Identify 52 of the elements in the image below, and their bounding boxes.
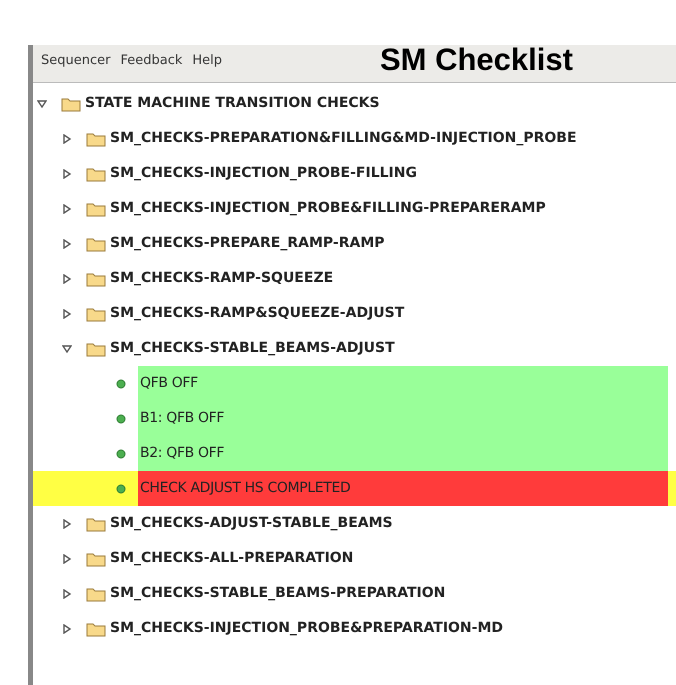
folder-icon [86, 586, 106, 602]
expand-arrow-icon[interactable] [62, 518, 72, 528]
expand-arrow-icon[interactable] [62, 238, 72, 248]
check-item: B1: QFB OFF [138, 401, 668, 436]
folder-label[interactable]: SM_CHECKS-INJECTION_PROBE&PREPARATION-MD [110, 618, 504, 639]
folder-label[interactable]: SM_CHECKS-INJECTION_PROBE-FILLING [110, 163, 417, 184]
folder-icon [86, 270, 106, 286]
expand-arrow-icon[interactable] [62, 624, 72, 634]
expand-arrow-icon[interactable] [62, 134, 72, 144]
folder-icon [86, 236, 106, 252]
expand-arrow-icon[interactable] [62, 588, 72, 598]
folder-label[interactable]: SM_CHECKS-RAMP-SQUEEZE [110, 268, 334, 289]
menu-item[interactable]: Help [192, 51, 222, 70]
status-dot-icon [116, 378, 126, 388]
status-dot-icon [116, 484, 126, 494]
folder-label[interactable]: SM_CHECKS-ALL-PREPARATION [110, 548, 354, 569]
menu-item[interactable]: Sequencer [41, 51, 110, 70]
collapse-arrow-icon[interactable] [37, 98, 47, 108]
folder-icon [86, 550, 106, 566]
expand-arrow-icon[interactable] [62, 168, 72, 178]
title: SM Checklist [380, 44, 573, 75]
folder-label[interactable]: SM_CHECKS-STABLE_BEAMS-ADJUST [110, 338, 395, 359]
folder-label[interactable]: SM_CHECKS-STABLE_BEAMS-PREPARATION [110, 583, 446, 604]
folder-icon [86, 620, 106, 636]
folder-label[interactable]: SM_CHECKS-INJECTION_PROBE&FILLING-PREPARERAMP [110, 198, 546, 219]
expand-arrow-icon[interactable] [62, 274, 72, 284]
folder-icon [86, 306, 106, 322]
folder-icon [86, 516, 106, 532]
folder-label[interactable]: SM_CHECKS-RAMP&SQUEEZE-ADJUST [110, 303, 404, 324]
status-dot-icon [116, 414, 126, 424]
folder-label[interactable]: SM_CHECKS-PREPARE_RAMP-RAMP [110, 233, 385, 254]
tree-row[interactable]: B2: QFB OFF [33, 436, 676, 471]
tree-row[interactable]: B1: QFB OFF [33, 401, 676, 436]
tree-row[interactable]: CHECK ADJUST HS COMPLETED [33, 471, 676, 506]
check-item: B2: QFB OFF [138, 436, 668, 471]
tree-row[interactable]: QFB OFF [33, 366, 676, 401]
menu-item[interactable]: Feedback [120, 51, 182, 70]
expand-arrow-icon[interactable] [62, 308, 72, 318]
folder-label[interactable]: SM_CHECKS-ADJUST-STABLE_BEAMS [110, 513, 393, 534]
status-dot-icon [116, 448, 126, 458]
check-item: QFB OFF [138, 366, 668, 401]
expand-arrow-icon[interactable] [62, 554, 72, 564]
folder-label[interactable]: SM_CHECKS-PREPARATION&FILLING&MD-INJECTION_PROBE [110, 128, 577, 149]
check-item: CHECK ADJUST HS COMPLETED [138, 471, 668, 506]
folder-icon [86, 130, 106, 146]
expand-arrow-icon[interactable] [62, 204, 72, 214]
folder-icon [86, 200, 106, 216]
folder-icon [86, 340, 106, 356]
folder-icon [61, 96, 81, 112]
collapse-arrow-icon[interactable] [62, 344, 72, 354]
folder-icon [86, 166, 106, 182]
folder-label[interactable]: STATE MACHINE TRANSITION CHECKS [85, 93, 380, 114]
